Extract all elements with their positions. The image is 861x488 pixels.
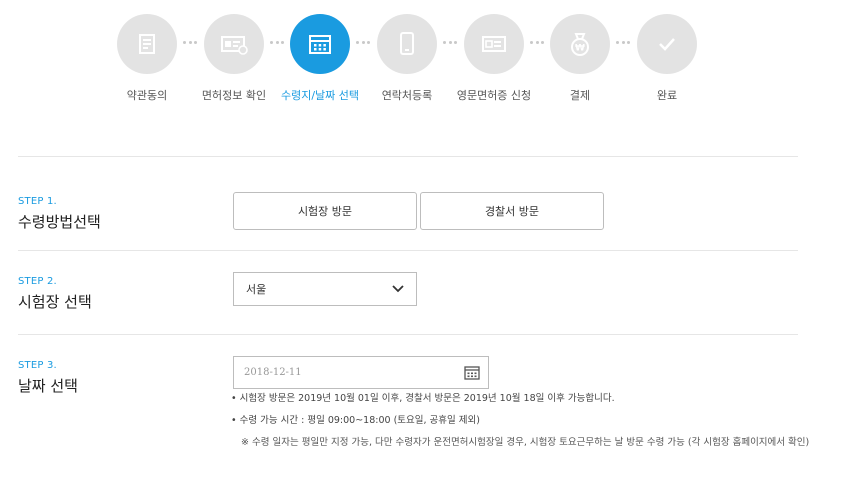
- divider: [18, 156, 798, 157]
- step-circle: [464, 14, 524, 74]
- step-complete: 완료: [622, 14, 712, 104]
- step-label: 약관동의: [126, 89, 168, 102]
- step-payment: ₩ 결제: [535, 14, 625, 104]
- divider: [18, 334, 798, 335]
- step1-number: STEP 1.: [18, 196, 57, 207]
- step2-title: 시험장 선택: [18, 293, 92, 311]
- step-english-license: 영문면허증 신청: [449, 14, 539, 104]
- step-label: 영문면허증 신청: [456, 89, 532, 102]
- exam-site-select-value: 서울: [246, 283, 267, 296]
- note-weekday-only: ※ 수령 일자는 평일만 지정 가능, 다만 수령자가 운전면허시험장일 경우,…: [241, 437, 810, 448]
- police-station-visit-button[interactable]: 경찰서 방문: [420, 192, 604, 230]
- calendar-icon[interactable]: [464, 365, 480, 380]
- step-circle: [637, 14, 697, 74]
- step-circle: [117, 14, 177, 74]
- step-circle: [204, 14, 264, 74]
- divider: [18, 250, 798, 251]
- date-input[interactable]: 2018-12-11: [233, 356, 489, 389]
- calendar-icon: [309, 35, 331, 54]
- chevron-down-icon: [392, 285, 404, 293]
- step2-number: STEP 2.: [18, 276, 57, 287]
- step-label: 연락처등록: [381, 89, 433, 102]
- money-bag-icon: ₩: [571, 33, 589, 56]
- step-pickup-date: 수령지/날짜 선택: [275, 14, 365, 104]
- license-card-icon: [221, 36, 248, 55]
- step-label: 수령지/날짜 선택: [280, 89, 360, 102]
- step2-heading: STEP 2. 시험장 선택: [18, 276, 818, 312]
- step-circle: [290, 14, 350, 74]
- document-icon: [139, 34, 155, 54]
- svg-text:₩: ₩: [575, 44, 585, 54]
- exam-site-visit-button[interactable]: 시험장 방문: [233, 192, 417, 230]
- note-visit-dates: • 시험장 방문은 2019년 10월 01일 이후, 경찰서 방문은 2019…: [231, 393, 615, 404]
- step1-title: 수령방법선택: [18, 213, 101, 231]
- step-label: 결제: [569, 89, 591, 102]
- step1-heading: STEP 1. 수령방법선택: [18, 196, 818, 232]
- date-placeholder: 2018-12-11: [244, 367, 302, 378]
- step-circle: [377, 14, 437, 74]
- progress-stepper: 약관동의 면허정보 확인 수령지/날짜 선택 연락처등록 영문면허증 신청 ₩ …: [0, 0, 861, 140]
- date-notes: • 시험장 방문은 2019년 10월 01일 이후, 경찰서 방문은 2019…: [231, 392, 821, 458]
- check-icon: [659, 38, 675, 51]
- step-circle: ₩: [550, 14, 610, 74]
- step-terms: 약관동의: [102, 14, 192, 104]
- step-license-info: 면허정보 확인: [189, 14, 279, 104]
- exam-site-select[interactable]: 서울: [233, 272, 417, 306]
- step-contact: 연락처등록: [362, 14, 452, 104]
- note-pickup-hours: • 수령 가능 시간 : 평일 09:00~18:00 (토요일, 공휴일 제외…: [231, 415, 480, 426]
- phone-icon: [400, 32, 414, 55]
- step-label: 면허정보 확인: [201, 89, 267, 102]
- english-license-icon: [482, 36, 506, 52]
- step-label: 완료: [656, 89, 678, 102]
